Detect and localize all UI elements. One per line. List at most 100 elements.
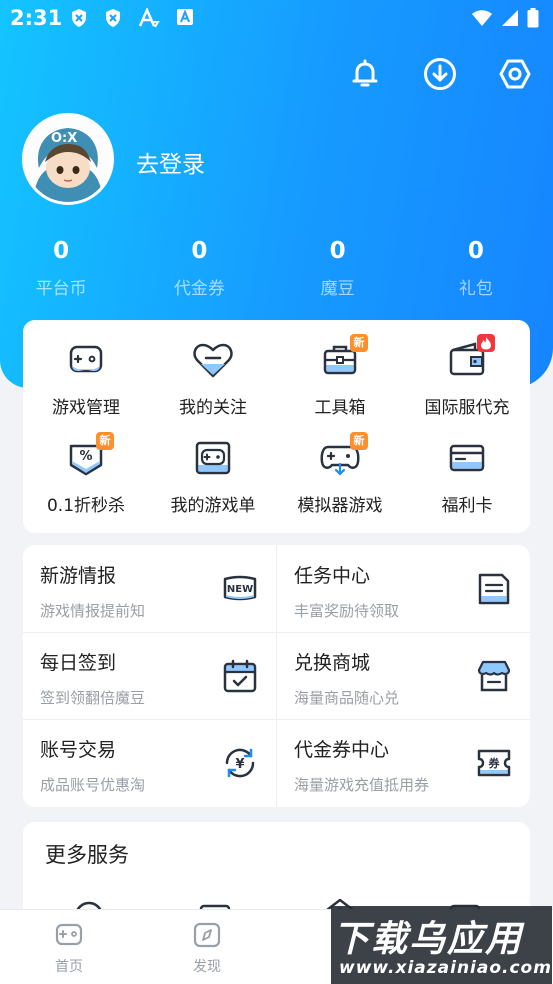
bell-icon [352,59,378,87]
new-badge: 新 [350,334,368,352]
download-icon [424,58,456,90]
yen-text: ¥ [235,757,244,772]
stat-label: 平台币 [35,279,87,299]
stat-label: 魔豆 [320,279,355,299]
calendar-check-icon [221,658,259,694]
grid-item-label: 我的游戏单 [170,496,256,516]
stat-value: 0 [329,238,346,264]
feature-grid-card: 游戏管理 我的关注 新 工具箱 国际服代充 % 新 0.1折秒杀 我的游戏单 新… [23,320,530,533]
grid-item-flash-sale[interactable]: % 新 0.1折秒杀 [23,432,149,516]
service-title: 任务中心 [294,565,371,587]
service-title: 代金券中心 [294,739,390,761]
service-subtitle: 海量商品随心兑 [294,689,400,707]
grid-item-label: 国际服代充 [424,398,510,418]
grid-item-label: 游戏管理 [52,398,120,418]
service-coupon-center[interactable]: 代金券中心 海量游戏充值抵用券 券 [277,719,530,806]
grid-item-label: 0.1折秒杀 [46,496,126,516]
settings-button[interactable] [497,56,533,92]
service-new-games[interactable]: 新游情报 游戏情报提前知 NEW [23,545,276,632]
discount-icon: % 新 [64,432,114,478]
stats-row: 0 平台币 0 代金券 0 魔豆 0 礼包 [0,238,553,299]
more-services-title: 更多服务 [45,843,129,867]
watermark-url: www.xiazainiao.com [339,958,552,978]
service-title: 每日签到 [40,652,117,674]
service-exchange-mall[interactable]: 兑换商城 海量商品随心兑 [277,632,530,719]
shield-notification-icon [72,9,86,27]
fire-icon [481,337,491,350]
service-subtitle: 成品账号优惠淘 [40,776,146,794]
grid-item-toolbox[interactable]: 新 工具箱 [277,334,403,418]
toolbox-icon: 新 [318,334,368,380]
bell-button[interactable] [347,56,383,92]
grid-item-game-management[interactable]: 游戏管理 [23,340,149,418]
wallet-icon [445,334,495,380]
task-icon [475,571,513,607]
new-badge: 新 [96,432,114,450]
service-subtitle: 丰富奖励待领取 [294,602,400,620]
coupon-text: 券 [488,756,501,770]
service-daily-checkin[interactable]: 每日签到 签到领翻倍魔豆 [23,632,276,719]
tab-label: 首页 [55,959,83,975]
wifi-icon [472,10,492,26]
new-badge: 新 [350,432,368,450]
system-status-icons [471,8,539,28]
grid-item-label: 福利卡 [441,496,493,516]
watermark: 下载乌应用 www.xiazainiao.com [331,906,552,984]
grid-item-welfare-card[interactable]: 福利卡 [404,438,530,516]
watermark-title: 下载乌应用 [333,919,524,960]
stat-gift-pack[interactable]: 0 礼包 [407,238,545,299]
service-title: 新游情报 [40,565,117,587]
login-link[interactable]: 去登录 [136,145,205,179]
gamepad-icon [64,340,108,380]
emulator-icon: 新 [318,432,368,478]
status-time: 2:31 [10,6,63,30]
heart-icon [191,340,235,380]
service-title: 兑换商城 [294,652,371,674]
grid-item-intl-recharge[interactable]: 国际服代充 [404,334,530,418]
compass-icon [193,922,221,948]
stat-label: 代金券 [173,279,225,299]
new-icon: NEW [221,571,259,607]
font-notification-icon [177,9,193,25]
home-gamepad-icon [55,923,83,946]
service-subtitle: 游戏情报提前知 [40,602,146,620]
yen-exchange-icon: ¥ [221,745,259,781]
grid-item-emulator-games[interactable]: 新 模拟器游戏 [277,432,403,516]
grid-item-label: 模拟器游戏 [297,496,383,516]
services-card: 新游情报 游戏情报提前知 NEW 任务中心 丰富奖励待领取 每日签到 签到领翻倍… [23,545,530,807]
service-title: 账号交易 [40,739,117,761]
hot-badge [477,334,495,352]
svg-text:%: % [79,449,92,464]
game-list-icon [191,438,235,478]
grid-item-label: 工具箱 [314,398,366,418]
avatar-image: O:X [25,116,111,202]
avatar[interactable]: O:X [22,113,114,205]
tab-label: 发现 [193,959,221,975]
app-notification-icon [138,8,160,28]
service-subtitle: 海量游戏充值抵用券 [294,776,430,794]
signal-icon [502,10,518,26]
coupon-icon: 券 [475,745,513,781]
grid-item-following[interactable]: 我的关注 [150,340,276,418]
stat-value: 0 [467,238,484,264]
stat-magic-bean[interactable]: 0 魔豆 [269,238,407,299]
header-actions [347,56,533,92]
stat-voucher[interactable]: 0 代金券 [130,238,268,299]
new-icon-text: NEW [227,584,253,595]
card-icon [445,438,489,478]
stat-value: 0 [191,238,208,264]
shield-notification-icon-2 [106,9,120,27]
grid-item-my-game-list[interactable]: 我的游戏单 [150,438,276,516]
tab-home[interactable]: 首页 [34,922,104,976]
grid-item-label: 我的关注 [179,398,247,418]
stat-value: 0 [53,238,70,264]
battery-icon [527,8,539,28]
notification-icons [70,8,194,28]
svg-text:O:X: O:X [51,131,77,146]
tab-discover[interactable]: 发现 [172,922,242,976]
service-task-center[interactable]: 任务中心 丰富奖励待领取 [277,545,530,632]
service-account-trade[interactable]: 账号交易 成品账号优惠淘 ¥ [23,719,276,806]
download-button[interactable] [422,56,458,92]
stat-label: 礼包 [458,279,493,299]
stat-platform-coin[interactable]: 0 平台币 [0,238,130,299]
